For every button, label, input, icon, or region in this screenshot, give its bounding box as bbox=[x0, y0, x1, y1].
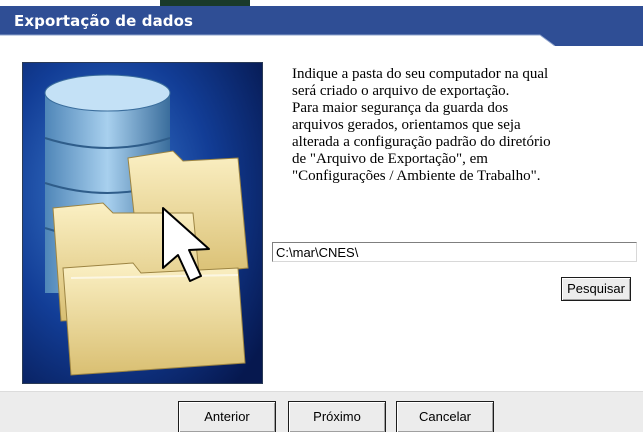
export-path-input[interactable] bbox=[272, 242, 637, 262]
export-illustration bbox=[22, 62, 263, 384]
next-button[interactable]: Próximo bbox=[288, 401, 386, 432]
illustration-art bbox=[23, 63, 262, 383]
window-title: Exportação de dados bbox=[14, 12, 194, 30]
dialog-content: Indique a pasta do seu computador na qua… bbox=[0, 46, 643, 391]
title-bar: Exportação de dados bbox=[0, 6, 643, 46]
export-instructions: Indique a pasta do seu computador na qua… bbox=[292, 66, 551, 184]
wizard-button-bar: Anterior Próximo Cancelar bbox=[0, 391, 643, 432]
cancel-button[interactable]: Cancelar bbox=[396, 401, 494, 432]
previous-button[interactable]: Anterior bbox=[178, 401, 276, 432]
search-folder-button[interactable]: Pesquisar bbox=[561, 277, 631, 301]
